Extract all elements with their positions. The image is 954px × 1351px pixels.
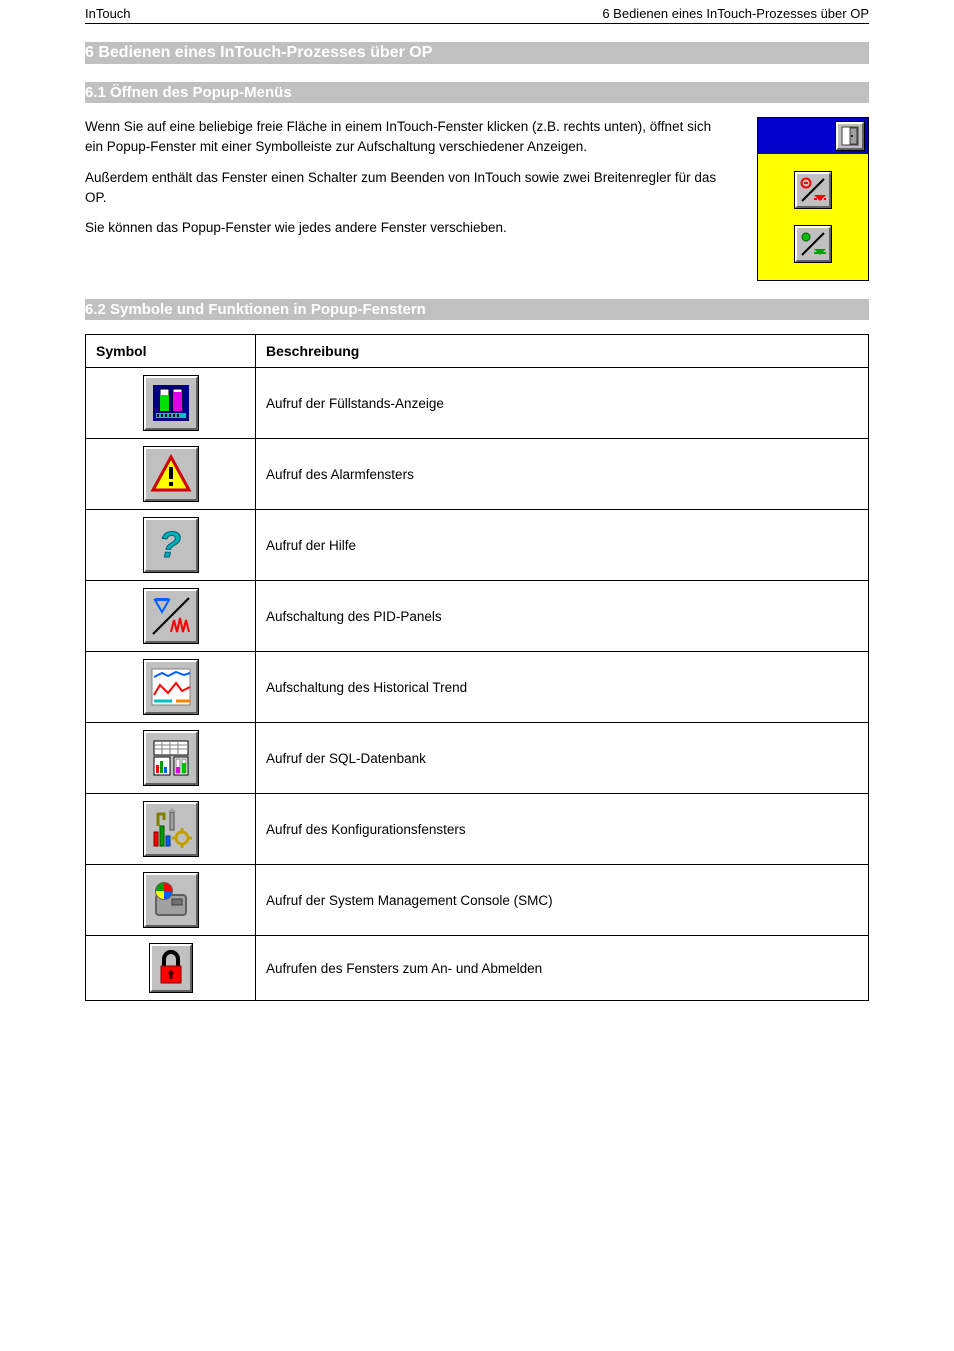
popup-window (757, 117, 869, 281)
trend-chart-icon (150, 667, 192, 707)
table-row: Aufschaltung des PID-Panels (86, 581, 869, 652)
width-regulator-green-icon (800, 231, 826, 257)
heading-2-symbols: 6.2 Symbole und Funktionen in Popup-Fens… (85, 299, 869, 320)
table-cell-desc: Aufruf des Konfigurationsfensters (256, 794, 869, 865)
trend-button[interactable] (144, 660, 198, 714)
width-regulator-red-icon (800, 177, 826, 203)
heading-1: 6 Bedienen eines InTouch-Prozesses über … (85, 42, 869, 64)
table-row: Aufruf der System Management Console (SM… (86, 865, 869, 936)
table-row: Aufruf der SQL-Datenbank (86, 723, 869, 794)
table-row: Aufruf des Alarmfensters (86, 439, 869, 510)
paragraph: Außerdem enthält das Fenster einen Schal… (85, 168, 729, 209)
levels-icon (151, 383, 191, 423)
width-regulator-red-button[interactable] (795, 172, 831, 208)
table-cell-desc: Aufruf der Füllstands-Anzeige (256, 368, 869, 439)
popup-body (758, 154, 868, 280)
page-header: InTouch 6 Bedienen eines InTouch-Prozess… (85, 0, 869, 24)
table-header-icon: Symbol (86, 335, 256, 368)
symbol-table: Symbol Beschreibung (85, 334, 869, 1001)
table-row: ? Aufruf der Hilfe (86, 510, 869, 581)
table-cell-desc: Aufschaltung des Historical Trend (256, 652, 869, 723)
pid-panel-button[interactable] (144, 589, 198, 643)
table-row: Aufruf der Füllstands-Anzeige (86, 368, 869, 439)
paragraph: Sie können das Popup-Fenster wie jedes a… (85, 218, 729, 238)
lock-icon (157, 950, 185, 986)
header-right: 6 Bedienen eines InTouch-Prozesses über … (602, 6, 869, 21)
door-exit-icon (841, 126, 859, 146)
alarm-button[interactable] (144, 447, 198, 501)
table-header-desc: Beschreibung (256, 335, 869, 368)
pid-icon (151, 596, 191, 636)
smc-icon (150, 879, 192, 921)
heading-2-open-popup: 6.1 Öffnen des Popup-Menüs (85, 82, 869, 103)
table-row: Aufruf des Konfigurationsfensters (86, 794, 869, 865)
table-cell-desc: Aufruf der Hilfe (256, 510, 869, 581)
sql-database-icon (150, 737, 192, 779)
exit-button[interactable] (836, 122, 864, 150)
sql-button[interactable] (144, 731, 198, 785)
table-cell-desc: Aufruf der SQL-Datenbank (256, 723, 869, 794)
levels-button[interactable] (144, 376, 198, 430)
tools-config-icon (150, 808, 192, 850)
help-button[interactable]: ? (144, 518, 198, 572)
svg-text:?: ? (159, 525, 181, 565)
table-row: Aufschaltung des Historical Trend (86, 652, 869, 723)
table-cell-desc: Aufruf des Alarmfensters (256, 439, 869, 510)
paragraph: Wenn Sie auf eine beliebige freie Fläche… (85, 117, 729, 158)
table-row: Aufrufen des Fensters zum An- und Abmeld… (86, 936, 869, 1001)
width-regulator-green-button[interactable] (795, 226, 831, 262)
header-left: InTouch (85, 6, 131, 21)
smc-button[interactable] (144, 873, 198, 927)
table-cell-desc: Aufschaltung des PID-Panels (256, 581, 869, 652)
lock-button[interactable] (150, 944, 192, 992)
table-cell-desc: Aufrufen des Fensters zum An- und Abmeld… (256, 936, 869, 1001)
warning-icon (150, 453, 192, 495)
question-mark-icon: ? (155, 525, 187, 565)
config-button[interactable] (144, 802, 198, 856)
popup-titlebar[interactable] (758, 118, 868, 154)
table-cell-desc: Aufruf der System Management Console (SM… (256, 865, 869, 936)
